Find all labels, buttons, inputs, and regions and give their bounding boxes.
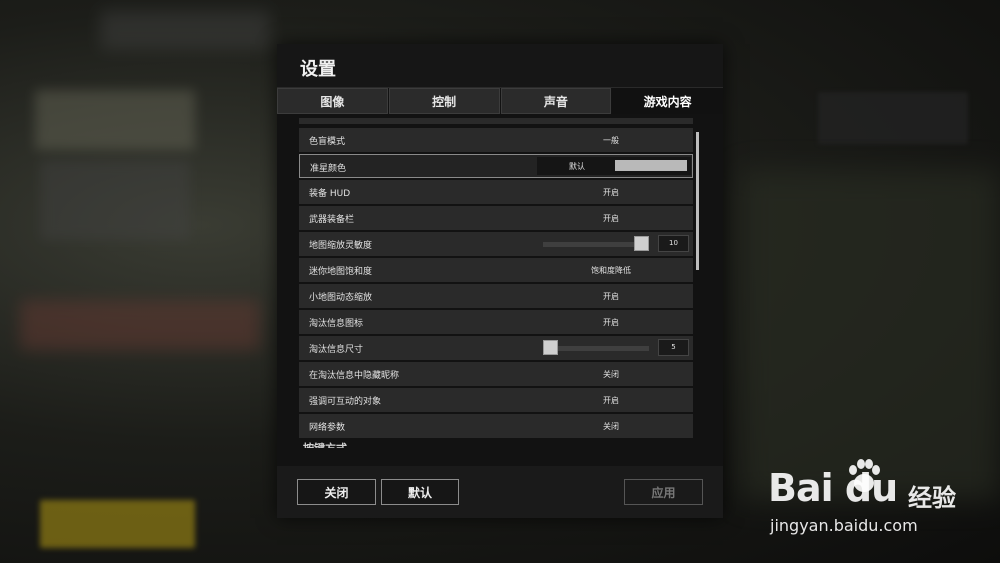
setting-row-kill-feed-icon[interactable]: 淘汰信息图标 开启: [299, 310, 693, 334]
setting-row-weapon-bar[interactable]: 武器装备栏 开启: [299, 206, 693, 230]
setting-label: 小地图动态缩放: [309, 293, 373, 303]
slider-thumb[interactable]: [634, 236, 649, 251]
setting-row-hide-nickname[interactable]: 在淘汰信息中隐藏昵称 关闭: [299, 362, 693, 386]
setting-value[interactable]: 开启: [536, 291, 686, 302]
setting-label: 色盲模式: [309, 137, 346, 147]
apply-button[interactable]: 应用: [624, 479, 703, 505]
setting-label: 地图缩放灵敏度: [309, 241, 373, 251]
settings-tabs: 图像 控制 声音 游戏内容: [277, 88, 723, 114]
setting-label: 准星颜色: [310, 164, 347, 174]
color-swatch[interactable]: [615, 160, 687, 171]
setting-label: 迷你地图饱和度: [309, 267, 373, 277]
setting-value: 默认: [569, 162, 585, 171]
setting-value[interactable]: 饱和度降低: [536, 265, 686, 276]
crosshair-color-picker[interactable]: 默认: [537, 157, 691, 175]
setting-value[interactable]: 关闭: [536, 421, 686, 432]
setting-row-kill-feed-size[interactable]: 淘汰信息尺寸 5: [299, 336, 693, 360]
setting-label: 淘汰信息尺寸: [309, 345, 364, 355]
setting-label: 在淘汰信息中隐藏昵称: [309, 371, 400, 381]
setting-row-equipment-hud[interactable]: 装备 HUD 开启: [299, 180, 693, 204]
slider-value-input[interactable]: 10: [658, 235, 689, 252]
setting-label: 淘汰信息图标: [309, 319, 364, 329]
setting-value[interactable]: 开启: [536, 213, 686, 224]
baidu-watermark: Bai du 经验 jingyan.baidu.com: [768, 456, 978, 546]
background-scenery: [740, 170, 1000, 500]
background-panel: [35, 90, 195, 150]
section-heading: 按键方式: [303, 440, 347, 448]
setting-value[interactable]: 开启: [536, 317, 686, 328]
setting-label: 网络参数: [309, 423, 346, 433]
setting-value[interactable]: 关闭: [536, 369, 686, 380]
tab-controls[interactable]: 控制: [388, 88, 500, 114]
dialog-header: 设置: [277, 44, 723, 88]
background-panel: [40, 160, 190, 240]
setting-row-network-params[interactable]: 网络参数 关闭: [299, 414, 693, 438]
setting-row-highlight-interactables[interactable]: 强调可互动的对象 开启: [299, 388, 693, 412]
setting-row-map-zoom-sensitivity[interactable]: 地图缩放灵敏度 10: [299, 232, 693, 256]
setting-row-minimap-saturation[interactable]: 迷你地图饱和度 饱和度降低: [299, 258, 693, 282]
slider-track[interactable]: [543, 346, 649, 351]
setting-value[interactable]: 一般: [536, 135, 686, 146]
dialog-title: 设置: [300, 59, 336, 80]
background-panel: [818, 92, 968, 144]
setting-row-minimap-dynamic-zoom[interactable]: 小地图动态缩放 开启: [299, 284, 693, 308]
watermark-label: 经验: [908, 484, 956, 512]
background-start-button: [40, 500, 195, 548]
tab-graphics[interactable]: 图像: [277, 88, 388, 114]
slider-thumb[interactable]: [543, 340, 558, 355]
setting-label: 武器装备栏: [309, 215, 355, 225]
setting-row-colorblind-mode[interactable]: 色盲模式 一般: [299, 128, 693, 152]
background-panel: [20, 300, 260, 350]
setting-row-crosshair-color[interactable]: 准星颜色 默认: [299, 154, 693, 178]
baidu-logo-text: Bai du: [768, 466, 898, 510]
dialog-footer: 关闭 默认 应用: [277, 466, 723, 518]
slider-value-input[interactable]: 5: [658, 339, 689, 356]
settings-dialog: 设置 图像 控制 声音 游戏内容 色盲模式 一般 准星颜色 默认 装备 HUD …: [277, 44, 723, 518]
setting-value[interactable]: 开启: [536, 187, 686, 198]
setting-label: 装备 HUD: [309, 189, 351, 199]
watermark-url: jingyan.baidu.com: [770, 516, 918, 535]
background-panel: [100, 10, 270, 50]
close-button[interactable]: 关闭: [297, 479, 376, 505]
tab-gameplay[interactable]: 游戏内容: [612, 88, 723, 114]
list-scrollbar[interactable]: [696, 132, 699, 270]
setting-value[interactable]: 开启: [536, 395, 686, 406]
tab-sound[interactable]: 声音: [500, 88, 612, 114]
setting-label: 强调可互动的对象: [309, 397, 382, 407]
default-button[interactable]: 默认: [381, 479, 459, 505]
settings-list[interactable]: 色盲模式 一般 准星颜色 默认 装备 HUD 开启 武器装备栏 开启 地图缩放灵…: [299, 116, 695, 448]
